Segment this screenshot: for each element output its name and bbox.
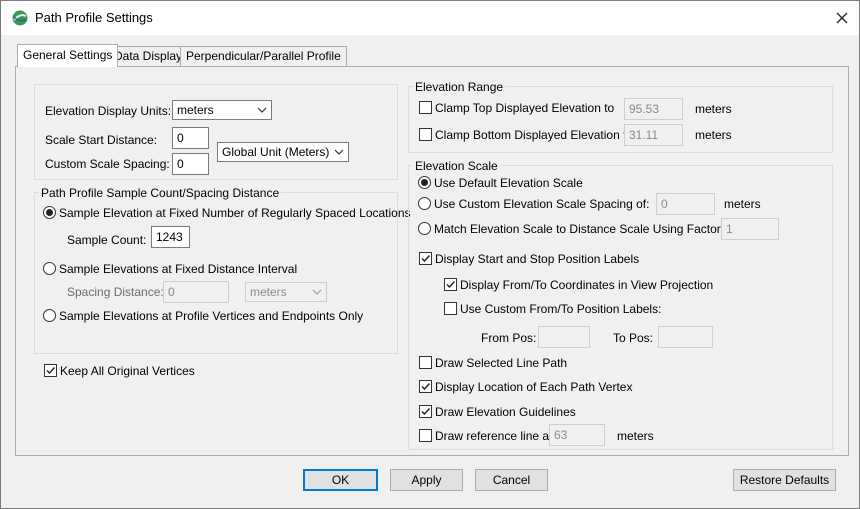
clamp-top-checkbox[interactable] (419, 101, 432, 114)
draw-selected-line-checkbox[interactable] (419, 356, 432, 369)
draw-guidelines-label: Draw Elevation Guidelines (435, 405, 576, 419)
clamp-bottom-input[interactable]: 31.11 (624, 124, 683, 146)
view-projection-label: Display From/To Coordinates in View Proj… (460, 278, 714, 292)
tab-label: Perpendicular/Parallel Profile (186, 49, 341, 63)
default-scale-label: Use Default Elevation Scale (434, 176, 583, 190)
fixed-distance-radio[interactable] (43, 262, 56, 275)
from-pos-input[interactable] (538, 326, 590, 348)
display-vertex-label: Display Location of Each Path Vertex (435, 380, 633, 394)
sample-group-title: Path Profile Sample Count/Spacing Distan… (39, 186, 282, 200)
default-scale-radio[interactable] (418, 176, 431, 189)
ok-button[interactable]: OK (303, 469, 378, 491)
check-icon (421, 408, 431, 416)
reference-line-unit: meters (617, 429, 654, 443)
match-scale-radio[interactable] (418, 222, 431, 235)
elevation-display-units-label: Elevation Display Units: (45, 104, 172, 118)
distance-unit-select[interactable]: Global Unit (Meters) (217, 142, 349, 162)
elevation-units-select[interactable]: meters (172, 100, 272, 120)
radio-selected-dot (46, 209, 53, 216)
title-bar: Path Profile Settings (1, 1, 859, 35)
tab-perpendicular-parallel-profile[interactable]: Perpendicular/Parallel Profile (180, 46, 347, 66)
fixed-distance-label: Sample Elevations at Fixed Distance Inte… (59, 262, 298, 276)
fixed-count-radio[interactable] (43, 206, 56, 219)
match-scale-label: Match Elevation Scale to Distance Scale … (434, 222, 738, 236)
custom-position-labels-checkbox[interactable] (444, 302, 457, 315)
display-start-stop-checkbox[interactable] (419, 252, 432, 265)
chevron-down-icon (334, 149, 344, 155)
window-title: Path Profile Settings (35, 10, 153, 25)
fixed-count-label: Sample Elevation at Fixed Number of Regu… (59, 206, 411, 220)
sample-count-label: Sample Count: (67, 233, 147, 247)
check-icon (446, 281, 456, 289)
display-vertex-checkbox[interactable] (419, 380, 432, 393)
elevation-range-group (408, 86, 833, 153)
keep-vertices-label: Keep All Original Vertices (60, 364, 195, 378)
tab-label: General Settings (23, 48, 113, 62)
elevation-scale-title: Elevation Scale (413, 159, 500, 173)
custom-scale-spacing-radio[interactable] (418, 197, 431, 210)
cancel-button[interactable]: Cancel (475, 469, 548, 491)
check-icon (46, 367, 56, 375)
spacing-unit-select[interactable]: meters (245, 282, 327, 302)
custom-scale-spacing-radio-label: Use Custom Elevation Scale Spacing of: (434, 197, 650, 211)
tab-general-settings[interactable]: General Settings (17, 44, 119, 67)
app-globe-icon (12, 10, 28, 26)
check-icon (421, 255, 431, 263)
tab-data-display[interactable]: Data Display (108, 46, 189, 66)
reference-line-input[interactable]: 63 (549, 424, 605, 446)
scale-start-distance-input[interactable]: 0 (172, 127, 209, 149)
clamp-bottom-checkbox[interactable] (419, 128, 432, 141)
close-icon (836, 12, 848, 24)
select-value: Global Unit (Meters) (222, 145, 330, 159)
chevron-down-icon (312, 289, 322, 295)
to-pos-label: To Pos: (613, 331, 654, 345)
check-icon (421, 383, 431, 391)
clamp-bottom-unit: meters (695, 128, 732, 142)
spacing-distance-input[interactable]: 0 (163, 281, 229, 303)
close-button[interactable] (827, 5, 857, 31)
tab-label: Data Display (114, 49, 183, 63)
clamp-top-unit: meters (695, 102, 732, 116)
elevation-range-title: Elevation Range (413, 80, 506, 94)
view-projection-checkbox[interactable] (444, 278, 457, 291)
vertices-label: Sample Elevations at Profile Vertices an… (59, 309, 364, 323)
draw-guidelines-checkbox[interactable] (419, 405, 432, 418)
vertices-radio[interactable] (43, 309, 56, 322)
keep-vertices-checkbox[interactable] (44, 364, 57, 377)
custom-elevation-spacing-input[interactable]: 0 (656, 193, 715, 215)
display-start-stop-label: Display Start and Stop Position Labels (435, 252, 640, 266)
sample-count-input[interactable]: 1243 (151, 226, 190, 248)
custom-position-labels-label: Use Custom From/To Position Labels: (460, 302, 662, 316)
draw-selected-line-label: Draw Selected Line Path (435, 356, 568, 370)
reference-line-checkbox[interactable] (419, 429, 432, 442)
select-value: meters (250, 285, 287, 299)
match-scale-factor-input[interactable]: 1 (721, 218, 779, 240)
custom-scale-spacing-label: Custom Scale Spacing: (45, 157, 170, 171)
clamp-bottom-label: Clamp Bottom Displayed Elevation to (435, 128, 634, 142)
custom-scale-spacing-input[interactable]: 0 (172, 153, 209, 175)
clamp-top-input[interactable]: 95.53 (624, 98, 683, 120)
general-settings-panel: Elevation Display Units: meters Scale St… (15, 66, 849, 456)
chevron-down-icon (257, 107, 267, 113)
apply-button[interactable]: Apply (390, 469, 463, 491)
custom-elevation-spacing-unit: meters (724, 197, 761, 211)
radio-selected-dot (421, 179, 428, 186)
clamp-top-label: Clamp Top Displayed Elevation to (435, 101, 615, 115)
scale-start-distance-label: Scale Start Distance: (45, 133, 158, 147)
restore-defaults-button[interactable]: Restore Defaults (733, 469, 836, 491)
to-pos-input[interactable] (658, 326, 713, 348)
path-profile-settings-dialog: Path Profile Settings General Settings D… (0, 0, 860, 509)
reference-line-label: Draw reference line at (435, 429, 553, 443)
select-value: meters (177, 103, 214, 117)
from-pos-label: From Pos: (481, 331, 537, 345)
spacing-distance-label: Spacing Distance: (67, 285, 164, 299)
